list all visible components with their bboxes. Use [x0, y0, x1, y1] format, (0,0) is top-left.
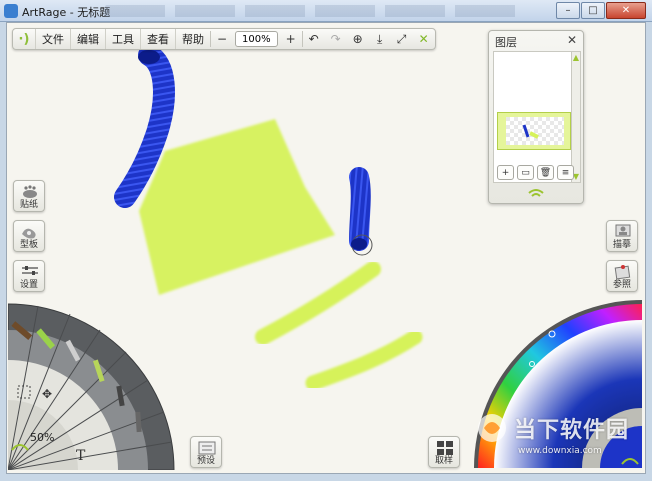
app-icon: [4, 4, 18, 18]
zoom-out-button[interactable]: −: [211, 29, 233, 49]
lime-stroke-upper: [255, 261, 381, 345]
layer-preview-art: [522, 124, 539, 139]
watermark-text: 当下软件园: [514, 418, 630, 443]
menu-edit[interactable]: 编辑: [70, 29, 105, 49]
layer-button-row: + ▭ 🗑 ≡: [497, 165, 574, 180]
reference-label: 参照: [612, 280, 631, 290]
redo-button[interactable]: ↷: [325, 29, 347, 49]
layer-thumbnail[interactable]: [497, 112, 571, 150]
presets-button[interactable]: 预设: [190, 436, 222, 468]
add-layer-button[interactable]: +: [497, 165, 514, 180]
trace-label: 描摹: [612, 240, 631, 250]
layers-panel: 图层 ✕ ▲ ▼ + ▭ 🗑 ≡: [488, 30, 584, 204]
presets-label: 预设: [196, 456, 215, 466]
watermark-url: www.downxia.com: [518, 446, 602, 456]
sample-button[interactable]: 取样: [428, 436, 460, 468]
titlebar-blurred-tabs: [105, 5, 525, 17]
scroll-up-icon[interactable]: ▲: [572, 53, 580, 62]
panel-collapse-icon[interactable]: [527, 187, 545, 199]
transform-icon: ✥: [42, 387, 52, 401]
rotate-canvas-icon[interactable]: ⊕: [347, 29, 369, 49]
stickers-button[interactable]: 贴纸: [13, 180, 45, 212]
undo-button[interactable]: ↶: [303, 29, 325, 49]
stickers-label: 贴纸: [19, 200, 38, 210]
settings-button[interactable]: 设置: [13, 260, 45, 292]
layers-close-icon[interactable]: ✕: [567, 33, 577, 47]
window-controls: – □ ✕: [556, 2, 646, 19]
maximize-button[interactable]: □: [581, 2, 605, 19]
layer-list-scrollbar[interactable]: ▲ ▼: [571, 51, 581, 183]
tool-picker-wheel[interactable]: ✥ T: [8, 300, 184, 470]
window-titlebar: ArtRage - 无标题 – □ ✕: [0, 0, 652, 22]
artrage-logo-icon[interactable]: ·): [13, 29, 35, 49]
blue-tube-stroke-right: [349, 167, 371, 251]
menu-help[interactable]: 帮助: [175, 29, 210, 49]
menu-file[interactable]: 文件: [35, 29, 70, 49]
layer-thumbnail-preview: [506, 117, 564, 145]
download-icon[interactable]: ⤓: [369, 29, 391, 49]
close-window-button[interactable]: ✕: [606, 2, 646, 19]
minimize-button[interactable]: –: [556, 2, 580, 19]
layer-group-button[interactable]: ▭: [517, 165, 534, 180]
menu-view[interactable]: 查看: [140, 29, 175, 49]
trace-button[interactable]: 描摹: [606, 220, 638, 252]
canvas-zoom-level: 50%: [30, 431, 55, 444]
top-toolbar: ·) 文件 编辑 工具 查看 帮助 − 100% + ↶ ↷ ⊕ ⤓ ⤢ ✕: [12, 28, 436, 50]
blue-tube-end-right: [351, 238, 367, 250]
window-title: ArtRage - 无标题: [22, 6, 111, 19]
stencils-button[interactable]: 型板: [13, 220, 45, 252]
delete-layer-button[interactable]: 🗑: [537, 165, 554, 180]
lime-stroke-lower: [305, 329, 423, 391]
blue-tube-end-left: [138, 50, 160, 64]
sample-label: 取样: [434, 456, 453, 466]
zoom-level-field[interactable]: 100%: [235, 31, 278, 47]
settings-label: 设置: [19, 280, 38, 290]
stencils-label: 型板: [19, 240, 38, 250]
expand-icon[interactable]: ⤢: [391, 29, 413, 49]
menu-tools[interactable]: 工具: [105, 29, 140, 49]
reference-button[interactable]: 参照: [606, 260, 638, 292]
layers-panel-title: 图层: [495, 36, 517, 49]
layer-menu-button[interactable]: ≡: [557, 165, 574, 180]
layer-list: [493, 51, 573, 183]
zoom-in-button[interactable]: +: [280, 29, 302, 49]
text-tool-icon: T: [76, 448, 86, 464]
lime-paint-patch: [139, 119, 335, 295]
close-toolbar-icon[interactable]: ✕: [413, 29, 435, 49]
color-picker-wheel[interactable]: [472, 298, 642, 470]
